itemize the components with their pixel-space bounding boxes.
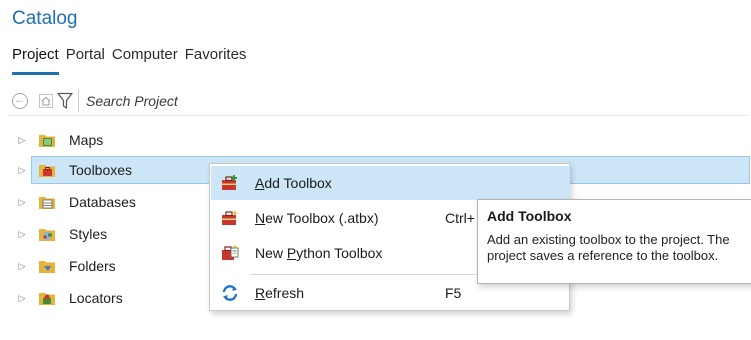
menu-item-label: Add Toolbox <box>255 175 332 191</box>
menu-item-shortcut: Ctrl+ <box>445 210 475 226</box>
folders-icon <box>39 261 55 273</box>
menu-item-label: Refresh <box>255 285 305 301</box>
tree-item-label: Databases <box>69 194 136 210</box>
pane-title: Catalog <box>12 8 78 29</box>
tree-item-label: Styles <box>69 226 108 242</box>
maps-folder-icon <box>39 135 55 147</box>
tab-favorites[interactable]: Favorites <box>185 46 247 70</box>
expand-arrow-icon[interactable]: ▷ <box>17 220 27 248</box>
tab-computer[interactable]: Computer <box>112 46 178 70</box>
search-input[interactable] <box>86 89 746 113</box>
back-arrow-icon: ← <box>12 93 28 109</box>
catalog-toolbar: ← <box>8 86 749 116</box>
menu-item-label: New Python Toolbox <box>255 245 383 261</box>
tree-item-label: Locators <box>69 290 123 306</box>
filter-icon <box>57 92 73 109</box>
menu-item-label: New Toolbox (.atbx) <box>255 210 379 226</box>
expand-arrow-icon[interactable]: ▷ <box>17 126 27 154</box>
tooltip: Add Toolbox Add an existing toolbox to t… <box>477 199 751 284</box>
tab-project[interactable]: Project <box>12 46 59 75</box>
tab-portal[interactable]: Portal <box>66 46 105 70</box>
new-python-toolbox-icon <box>222 244 239 260</box>
databases-folder-icon <box>39 197 55 209</box>
tree-item-label: Maps <box>69 132 104 148</box>
expand-arrow-icon[interactable]: ▷ <box>17 284 27 312</box>
refresh-icon <box>222 285 238 301</box>
toolbar-separator <box>78 90 79 112</box>
filter-button[interactable] <box>55 91 75 111</box>
tree-item-label: Folders <box>69 258 116 274</box>
home-button[interactable] <box>36 91 56 111</box>
locators-folder-icon <box>39 293 55 305</box>
toolboxes-folder-icon <box>39 165 55 177</box>
tooltip-title: Add Toolbox <box>487 208 572 224</box>
styles-folder-icon <box>39 229 55 241</box>
expand-arrow-icon[interactable]: ▷ <box>17 188 27 216</box>
menu-item-add-toolbox[interactable]: Add Toolbox <box>211 166 570 200</box>
menu-item-shortcut: F5 <box>445 285 462 301</box>
tree-item-label: Toolboxes <box>69 162 133 178</box>
home-icon <box>39 94 53 108</box>
add-toolbox-icon <box>222 175 237 190</box>
catalog-tabs: Project Portal Computer Favorites <box>12 46 253 75</box>
expand-arrow-icon[interactable]: ▷ <box>17 156 27 184</box>
back-button[interactable]: ← <box>10 91 30 111</box>
new-toolbox-icon <box>222 210 239 225</box>
tooltip-body: Add an existing toolbox to the project. … <box>487 232 730 263</box>
expand-arrow-icon[interactable]: ▷ <box>17 252 27 280</box>
